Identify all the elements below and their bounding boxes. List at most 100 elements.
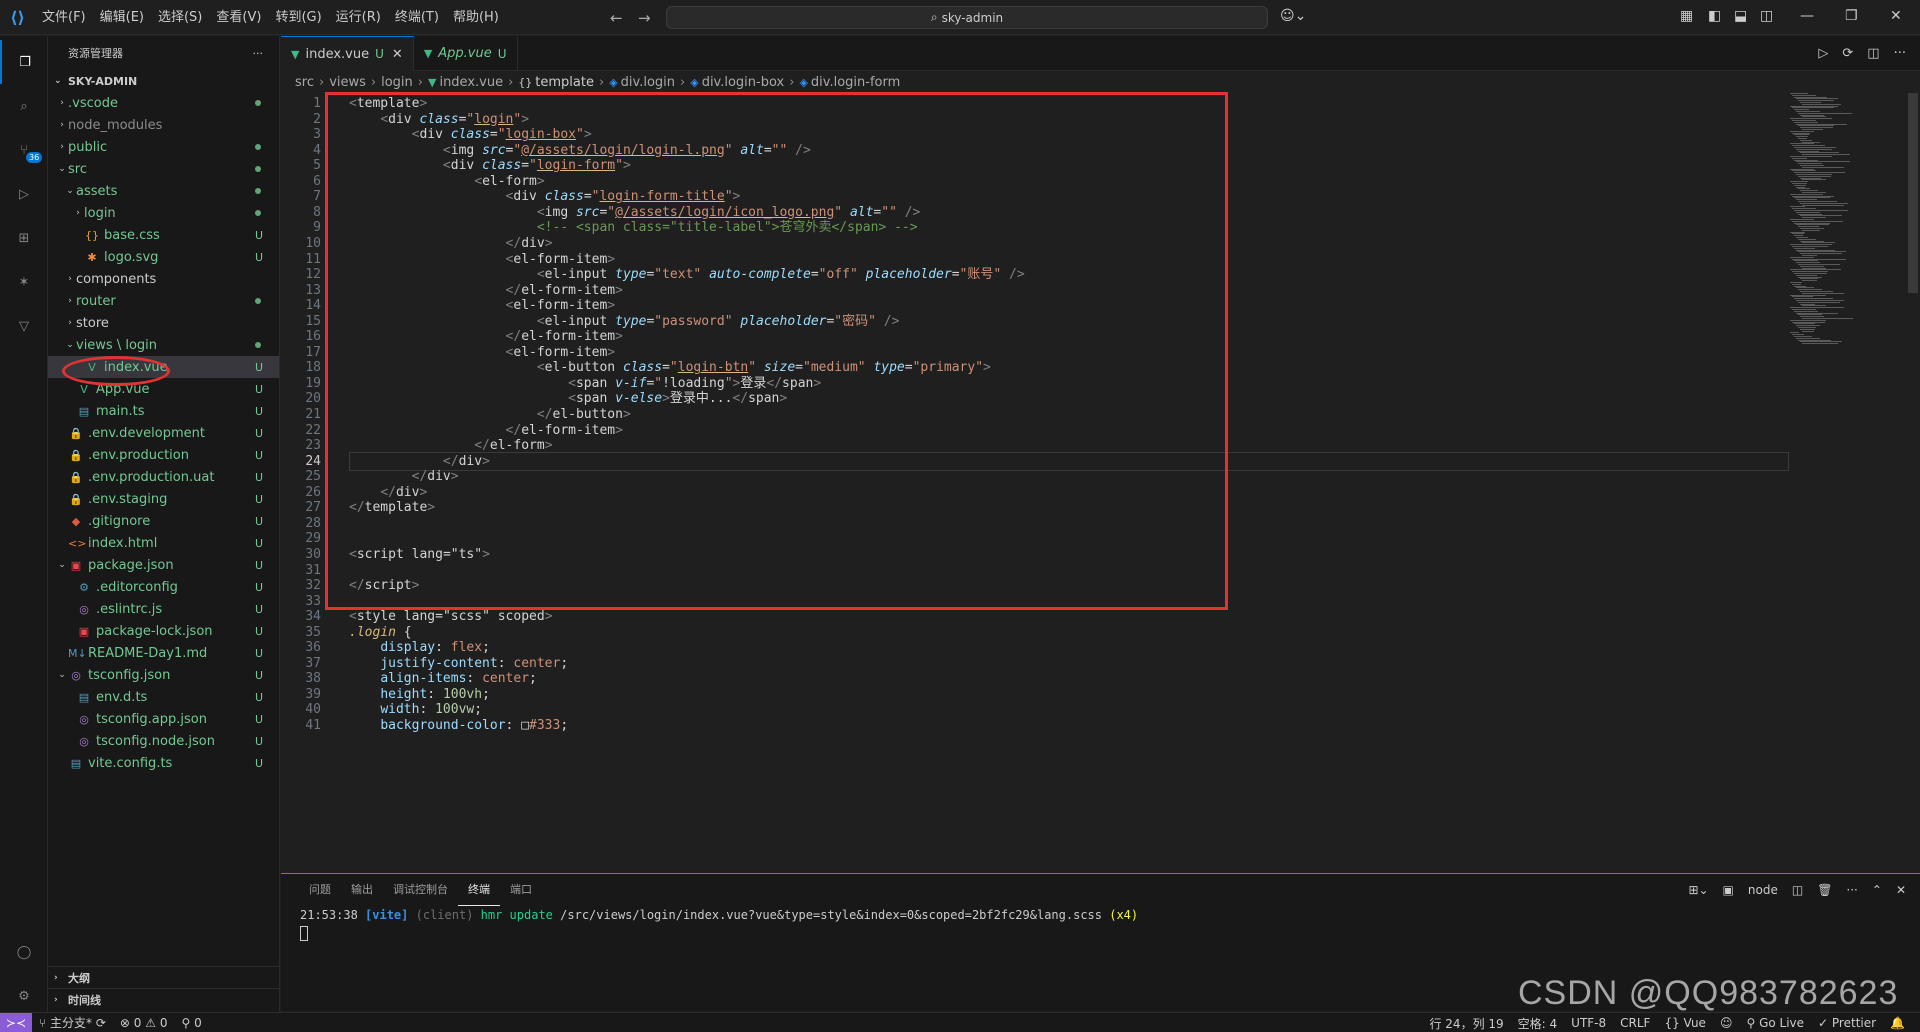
run-debug-icon[interactable]: ▷ bbox=[0, 172, 48, 216]
tree-item[interactable]: ▤ env.d.ts U bbox=[48, 686, 279, 708]
tree-item[interactable]: ◆ .gitignore U bbox=[48, 510, 279, 532]
cursor-position[interactable]: 行 24，列 19 bbox=[1422, 1015, 1510, 1032]
customize-layout-icon[interactable]: ▦ bbox=[1680, 8, 1693, 24]
copilot-status-icon[interactable]: ☺ bbox=[1713, 1016, 1740, 1030]
tree-item[interactable]: ⌄ src bbox=[48, 158, 279, 180]
panel-tab[interactable]: 终端 bbox=[458, 874, 500, 906]
toggle-panel-icon[interactable]: ⬓ bbox=[1734, 8, 1747, 24]
tree-item[interactable]: ▤ vite.config.ts U bbox=[48, 752, 279, 774]
more-actions-icon[interactable]: ··· bbox=[1894, 46, 1906, 61]
minimap[interactable] bbox=[1790, 93, 1900, 873]
minimize-icon[interactable]: — bbox=[1800, 8, 1814, 24]
breadcrumb-item[interactable]: template bbox=[535, 75, 594, 90]
new-terminal-icon[interactable]: ⊞⌄ bbox=[1688, 883, 1708, 897]
tree-item[interactable]: V App.vue U bbox=[48, 378, 279, 400]
close-icon[interactable]: ✕ bbox=[392, 47, 403, 62]
breadcrumb-item[interactable]: div.login-form bbox=[811, 75, 900, 90]
prettier[interactable]: ✓ Prettier bbox=[1811, 1016, 1883, 1030]
tree-item[interactable]: › store bbox=[48, 312, 279, 334]
tree-item[interactable]: ▣ package-lock.json U bbox=[48, 620, 279, 642]
terminal-output[interactable]: 21:53:38 [vite] (client) hmr update /src… bbox=[281, 906, 1920, 942]
remote-indicator-icon[interactable]: ≻≺ bbox=[0, 1012, 32, 1032]
branch-item[interactable]: ⑂ 主分支* ⟳ bbox=[32, 1014, 113, 1031]
panel-tab[interactable]: 调试控制台 bbox=[383, 874, 458, 906]
problems-item[interactable]: ⊗ 0 ⚠ 0 bbox=[113, 1016, 175, 1030]
toggle-secondary-sidebar-icon[interactable]: ◫ bbox=[1760, 8, 1773, 24]
menu-item[interactable]: 终端(T) bbox=[388, 0, 446, 35]
tree-item[interactable]: › public bbox=[48, 136, 279, 158]
workspace-root[interactable]: ⌄ SKY-ADMIN bbox=[48, 70, 279, 92]
menu-item[interactable]: 选择(S) bbox=[151, 0, 209, 35]
extensions-icon[interactable]: ⊞ bbox=[0, 216, 48, 260]
tree-item[interactable]: ◎ .eslintrc.js U bbox=[48, 598, 279, 620]
menu-item[interactable]: 转到(G) bbox=[268, 0, 328, 35]
notifications-icon[interactable]: 🔔 bbox=[1883, 1016, 1912, 1030]
search-view-icon[interactable]: ⌕ bbox=[0, 84, 48, 128]
restore-icon[interactable]: ❐ bbox=[1845, 8, 1858, 24]
menu-item[interactable]: 查看(V) bbox=[209, 0, 268, 35]
close-panel-icon[interactable]: ✕ bbox=[1896, 883, 1906, 897]
more-icon[interactable]: ··· bbox=[1846, 883, 1857, 897]
command-center-search[interactable]: ⌕ sky-admin bbox=[666, 6, 1268, 29]
tree-item[interactable]: › router bbox=[48, 290, 279, 312]
tree-item[interactable]: › .vscode bbox=[48, 92, 279, 114]
breadcrumb-item[interactable]: src bbox=[295, 75, 314, 90]
scrollbar-thumb[interactable] bbox=[1908, 93, 1918, 293]
explorer-icon[interactable]: ❐ bbox=[0, 40, 48, 84]
menu-item[interactable]: 编辑(E) bbox=[93, 0, 151, 35]
tree-item[interactable]: 🔒 .env.production U bbox=[48, 444, 279, 466]
toggle-sidebar-icon[interactable]: ◧ bbox=[1708, 8, 1721, 24]
code-editor[interactable]: 1 <template> 2 <div class="login"> 3 <div c… bbox=[281, 93, 1920, 873]
tree-item[interactable]: 🔒 .env.staging U bbox=[48, 488, 279, 510]
breadcrumb-item[interactable]: div.login-box bbox=[702, 75, 785, 90]
panel-tab[interactable]: 端口 bbox=[500, 874, 542, 906]
panel-tab[interactable]: 问题 bbox=[299, 874, 341, 906]
copilot-icon[interactable]: ☺⌄ bbox=[1280, 8, 1306, 24]
language-mode[interactable]: {} Vue bbox=[1657, 1016, 1712, 1030]
back-arrow-icon[interactable]: ← bbox=[610, 9, 623, 27]
close-window-icon[interactable]: ✕ bbox=[1890, 8, 1902, 24]
tree-item[interactable]: 🔒 .env.development U bbox=[48, 422, 279, 444]
tree-item[interactable]: › login bbox=[48, 202, 279, 224]
tree-item[interactable]: {} base.css U bbox=[48, 224, 279, 246]
breadcrumb-item[interactable]: views bbox=[329, 75, 366, 90]
tree-item[interactable]: ⌄ ▣ package.json U bbox=[48, 554, 279, 576]
source-control-icon[interactable]: ⑂ 36 bbox=[0, 128, 48, 172]
vue-devtools-icon[interactable]: ▽ bbox=[0, 304, 48, 348]
outline-section[interactable]: › 大纲 bbox=[48, 966, 280, 988]
tree-item[interactable]: ⌄ views \ login bbox=[48, 334, 279, 356]
compare-icon[interactable]: ⟳ bbox=[1842, 46, 1853, 61]
tree-item[interactable]: 🔒 .env.production.uat U bbox=[48, 466, 279, 488]
terminal-name[interactable]: node bbox=[1748, 883, 1778, 897]
menu-item[interactable]: 文件(F) bbox=[35, 0, 93, 35]
tree-item[interactable]: ⚙ .editorconfig U bbox=[48, 576, 279, 598]
tab-index-vue[interactable]: ▼ index.vue U ✕ bbox=[281, 36, 414, 71]
editor-scrollbar[interactable] bbox=[1906, 93, 1918, 873]
trash-icon[interactable]: 🗑 bbox=[1817, 883, 1832, 897]
menu-item[interactable]: 帮助(H) bbox=[446, 0, 506, 35]
tree-item[interactable]: ⌄ ◎ tsconfig.json U bbox=[48, 664, 279, 686]
breadcrumb-item[interactable]: div.login bbox=[621, 75, 675, 90]
tree-item[interactable]: › components bbox=[48, 268, 279, 290]
breadcrumb-item[interactable]: index.vue bbox=[439, 75, 503, 90]
tree-item[interactable]: Vindex.vue U bbox=[48, 356, 279, 378]
tree-item[interactable]: ⌄ assets bbox=[48, 180, 279, 202]
remote-explorer-icon[interactable]: ✶ bbox=[0, 260, 48, 304]
accounts-icon[interactable]: ◯ bbox=[0, 930, 48, 974]
tab-app-vue[interactable]: ▼ App.vue U bbox=[414, 36, 518, 71]
indent-setting[interactable]: 空格: 4 bbox=[1511, 1015, 1565, 1032]
tree-item[interactable]: ▤ main.ts U bbox=[48, 400, 279, 422]
maximize-panel-icon[interactable]: ⌃ bbox=[1872, 883, 1882, 897]
timeline-section[interactable]: › 时间线 bbox=[48, 988, 280, 1010]
run-icon[interactable]: ▷ bbox=[1818, 46, 1828, 61]
tree-item[interactable]: M↓ README-Day1.md U bbox=[48, 642, 279, 664]
menu-item[interactable]: 运行(R) bbox=[329, 0, 388, 35]
eol[interactable]: CRLF bbox=[1613, 1016, 1657, 1030]
tree-item[interactable]: ◎ tsconfig.app.json U bbox=[48, 708, 279, 730]
more-actions-icon[interactable]: ··· bbox=[253, 47, 264, 60]
tree-item[interactable]: › node_modules bbox=[48, 114, 279, 136]
panel-tab[interactable]: 输出 bbox=[341, 874, 383, 906]
forward-arrow-icon[interactable]: → bbox=[638, 9, 651, 27]
tree-item[interactable]: ✱ logo.svg U bbox=[48, 246, 279, 268]
ports-item[interactable]: ⚲ 0 bbox=[174, 1016, 208, 1030]
